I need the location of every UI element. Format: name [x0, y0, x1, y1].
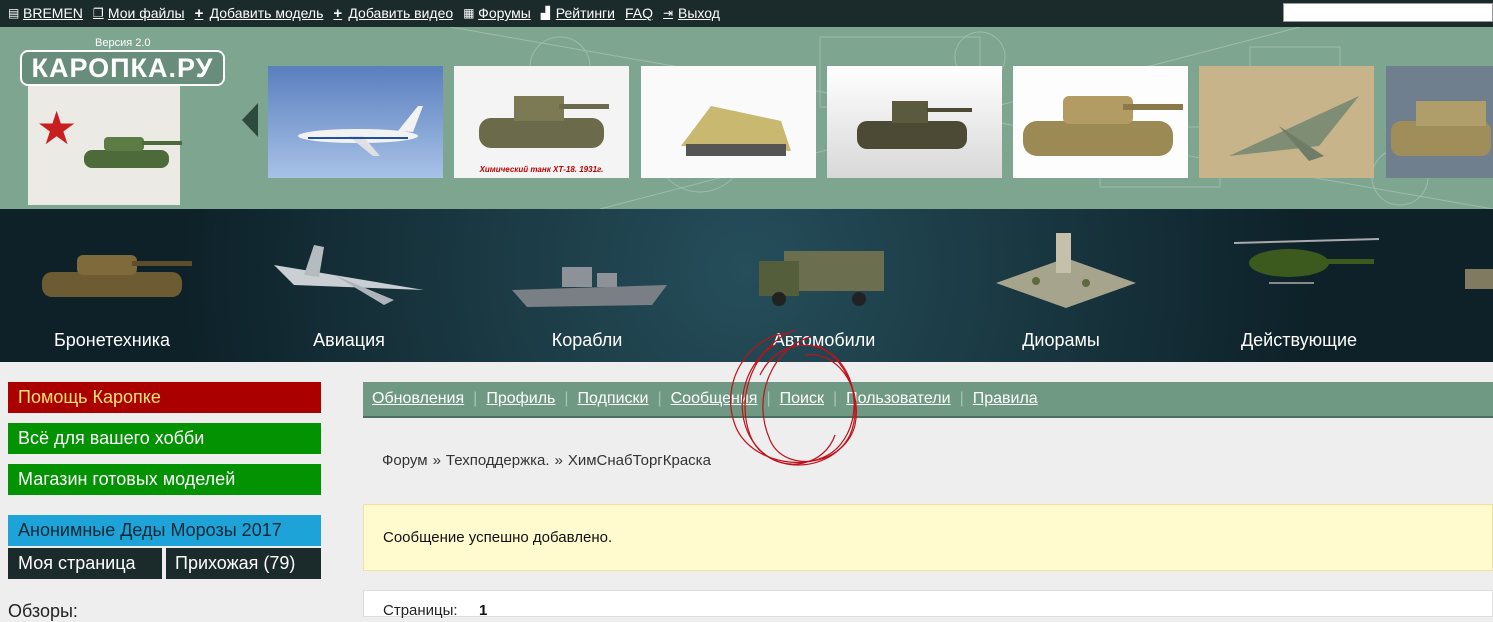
spg-image: [1391, 101, 1491, 156]
gallery-thumb-light-tank[interactable]: [827, 66, 1002, 178]
halftrack-image: [681, 106, 791, 156]
nav-separator: |: [959, 390, 964, 407]
notice-text: Сообщение успешно добавлено.: [383, 529, 613, 546]
hallway-button[interactable]: Прихожая (79): [166, 548, 321, 579]
breadcrumb: Форум» Техподдержка.» ХимСнабТоргКраска: [382, 452, 711, 469]
nav-separator: |: [564, 390, 569, 407]
nav-separator: |: [473, 390, 478, 407]
nav-rules[interactable]: Правила: [973, 390, 1038, 408]
pagination: Страницы: 1: [363, 590, 1493, 619]
my-page-button[interactable]: Моя страница: [8, 548, 162, 579]
nav-separator: |: [832, 390, 838, 407]
top-link-files[interactable]: ❐ Мои файлы: [93, 5, 185, 21]
category-aviation[interactable]: Авиация: [254, 209, 444, 362]
nav-messages[interactable]: Сообщения: [671, 390, 758, 408]
breadcrumb-forum[interactable]: Форум: [382, 452, 428, 469]
category-armor[interactable]: Бронетехника: [17, 209, 207, 362]
top-links: ▤ BREMEN ❐ Мои файлы + Добавить модель + Доб…: [8, 5, 720, 21]
tank-icon: [84, 137, 182, 168]
plus-icon: +: [333, 4, 343, 22]
nav-subscriptions[interactable]: Подписки: [578, 390, 649, 408]
help-button[interactable]: Помощь Каропке: [8, 382, 321, 413]
nav-separator: |: [766, 390, 771, 407]
top-link-faq[interactable]: FAQ: [625, 5, 653, 21]
nav-users[interactable]: Пользователи: [846, 390, 950, 408]
forum-nav: Обновления | Профиль | Подписки | Сообщения…: [363, 382, 1493, 418]
airliner-image: [298, 106, 423, 156]
category-label: Действующие: [1240, 330, 1358, 350]
site-logo[interactable]: КАРОПКА.РУ: [20, 50, 225, 86]
site-header: Версия 2.0 ★ КАРОПКА.РУ Химический танк …: [0, 27, 1493, 209]
success-notice: Сообщение успешно добавлено.: [363, 504, 1493, 571]
category-working[interactable]: Действующие: [1204, 209, 1394, 362]
forum-icon: ▦: [463, 5, 475, 20]
diorama-icon: [996, 233, 1136, 308]
chart-icon: ▟: [540, 5, 550, 20]
gallery-thumb-camo-tank[interactable]: [1013, 66, 1188, 178]
ships-icon: [512, 267, 667, 307]
jet-image: [1229, 96, 1359, 161]
category-label: Авиация: [313, 330, 385, 350]
nav-profile[interactable]: Профиль: [486, 390, 555, 408]
tank-xt18-image: [479, 96, 609, 148]
search-input[interactable]: [1283, 3, 1493, 22]
light-tank-image: [857, 101, 972, 149]
files-icon: ❐: [92, 5, 104, 20]
category-dioramas[interactable]: Диорамы: [966, 209, 1156, 362]
version-label: Версия 2.0: [95, 37, 151, 49]
plus-icon: +: [194, 4, 204, 22]
red-star-icon: ★: [36, 102, 78, 154]
category-label: Бронетехника: [53, 330, 171, 350]
category-ships[interactable]: Корабли: [492, 209, 682, 362]
category-label: Корабли: [551, 330, 623, 350]
top-link-ratings[interactable]: ▟ Рейтинги: [541, 5, 615, 21]
page-current[interactable]: 1: [479, 602, 487, 619]
gallery-thumb-airliner[interactable]: [268, 66, 443, 178]
top-link-add-model[interactable]: + Добавить модель: [195, 5, 324, 21]
category-label: Автомобили: [772, 330, 876, 350]
top-link-add-video[interactable]: + Добавить видео: [333, 5, 453, 21]
pages-label: Страницы:: [383, 602, 458, 619]
breadcrumb-support[interactable]: Техподдержка.: [446, 452, 550, 469]
nav-updates[interactable]: Обновления: [372, 390, 464, 408]
logo-box: ★: [28, 85, 182, 205]
carousel-prev-arrow[interactable]: [242, 103, 258, 137]
hobby-button[interactable]: Всё для вашего хобби: [8, 423, 321, 454]
category-cars[interactable]: Автомобили: [729, 209, 919, 362]
helicopter-icon: [1233, 238, 1380, 284]
thumb-caption: Химический танк ХТ-18. 1931г.: [479, 165, 604, 174]
nav-search[interactable]: Поиск: [780, 390, 824, 408]
reviews-heading: Обзоры:: [8, 601, 78, 621]
category-bar: Бронетехника Авиация Корабли Автомобили …: [0, 209, 1493, 362]
exit-icon: ⇥: [663, 5, 674, 20]
gallery-thumb-halftrack[interactable]: [641, 66, 816, 178]
truck-icon: [759, 251, 884, 306]
breadcrumb-separator: »: [432, 452, 441, 469]
user-card-icon: ▤: [8, 5, 20, 20]
breadcrumb-topic[interactable]: ХимСнабТоргКраска: [568, 452, 711, 469]
breadcrumb-separator: »: [554, 452, 563, 469]
aviation-icon: [274, 245, 424, 305]
top-link-forums[interactable]: ▦ Форумы: [463, 5, 531, 21]
shop-button[interactable]: Магазин готовых моделей: [8, 464, 321, 495]
secret-santa-button[interactable]: Анонимные Деды Морозы 2017: [8, 515, 321, 546]
top-bar: ▤ BREMEN ❐ Мои файлы + Добавить модель + Доб…: [0, 0, 1493, 27]
gallery-thumb-tank-xt18[interactable]: Химический танк ХТ-18. 1931г.: [454, 66, 629, 178]
category-label: Диорамы: [1022, 330, 1100, 350]
more-icon: [1465, 269, 1493, 289]
nav-separator: |: [657, 390, 662, 407]
armor-icon: [42, 255, 192, 297]
camo-tank-image: [1023, 96, 1183, 156]
category-more-partial[interactable]: [1460, 209, 1493, 362]
gallery-thumb-spg[interactable]: [1386, 66, 1493, 178]
top-link-user[interactable]: ▤ BREMEN: [8, 5, 83, 21]
gallery-thumb-jet[interactable]: [1199, 66, 1374, 178]
top-link-exit[interactable]: ⇥ Выход: [663, 5, 720, 21]
